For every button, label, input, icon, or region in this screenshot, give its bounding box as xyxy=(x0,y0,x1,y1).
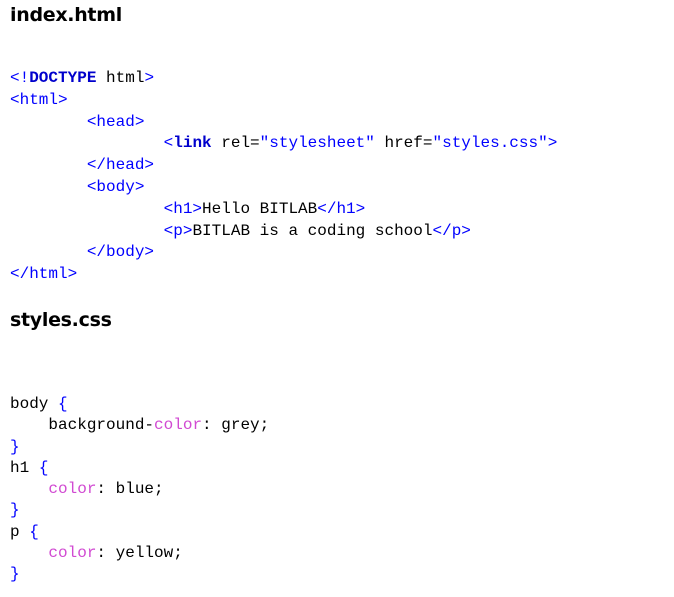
p-open-tag: <p> xyxy=(163,221,193,240)
open-brace: { xyxy=(58,395,68,413)
code-line-doctype: <!DOCTYPE html> xyxy=(10,68,557,90)
css-code-block: body { background-color: grey; } h1 { co… xyxy=(10,394,269,586)
html-close-tag: </html> xyxy=(10,265,78,284)
code-line-link: <link rel="stylesheet" href="styles.css"… xyxy=(10,133,558,155)
code-line-h1: <h1>Hello BITLAB</h1> xyxy=(10,199,557,221)
code-line-head-close: </head> xyxy=(10,155,557,177)
close-brace: } xyxy=(10,501,20,520)
code-line-p: <p>BITLAB is a coding school</p> xyxy=(10,221,557,243)
code-line-body-open: <body> xyxy=(10,177,557,199)
doctype-keyword: DOCTYPE xyxy=(29,69,97,87)
link-gt: > xyxy=(547,134,558,153)
h1-open-tag: <h1> xyxy=(163,199,203,218)
css-line-p-color: color: yellow; xyxy=(10,543,269,564)
css-line-body-close: } xyxy=(10,437,269,458)
link-lt: < xyxy=(163,134,174,153)
html-open-tag: <html> xyxy=(10,90,68,109)
property-color: color xyxy=(154,416,203,435)
close-brace: } xyxy=(10,437,20,456)
selector-h1: h1 xyxy=(10,458,39,477)
file-title-index-html: index.html xyxy=(10,4,122,26)
close-brace: } xyxy=(10,565,20,584)
value-stylesheet: "stylesheet" xyxy=(259,134,375,153)
body-close-tag: </body> xyxy=(86,243,155,262)
open-brace: { xyxy=(29,522,39,541)
attr-rel: rel= xyxy=(211,134,260,153)
body-open-tag: <body> xyxy=(86,177,145,196)
html-code-block: <!DOCTYPE html> <html> <head> <link rel=… xyxy=(10,68,557,286)
head-open-tag: <head> xyxy=(86,112,145,131)
property-color: color xyxy=(48,544,97,563)
css-line-h1-color: color: blue; xyxy=(10,479,269,500)
p-text: BITLAB is a coding school xyxy=(192,221,433,240)
css-line-body-selector: body { xyxy=(10,394,269,415)
value-yellow: : yellow; xyxy=(96,544,183,563)
property-prefix: background- xyxy=(48,416,155,435)
css-line-p-selector: p { xyxy=(10,522,269,543)
css-line-h1-selector: h1 { xyxy=(10,458,269,479)
css-line-background-color: background-color: grey; xyxy=(10,415,269,436)
doctype-text: html xyxy=(96,69,145,87)
selector-body: body xyxy=(10,395,59,413)
open-brace: { xyxy=(38,458,49,477)
code-line-html-open: <html> xyxy=(10,90,557,112)
h1-close-tag: </h1> xyxy=(317,199,366,218)
code-line-html-close: </html> xyxy=(10,264,557,286)
file-title-styles-css: styles.css xyxy=(10,309,112,331)
h1-text: Hello BITLAB xyxy=(202,199,318,218)
head-close-tag: </head> xyxy=(86,156,155,175)
property-color: color xyxy=(48,480,97,499)
doctype-open: <! xyxy=(10,69,30,87)
doctype-close: > xyxy=(144,69,155,87)
code-line-head-open: <head> xyxy=(10,112,557,134)
code-line-body-close: </body> xyxy=(10,242,557,264)
p-close-tag: </p> xyxy=(432,221,471,240)
value-grey: : grey; xyxy=(202,416,270,435)
attr-href: href= xyxy=(374,134,433,153)
css-line-p-close: } xyxy=(10,564,269,585)
value-blue: : blue; xyxy=(96,480,164,499)
css-line-h1-close: } xyxy=(10,500,269,521)
value-styles-css: "styles.css" xyxy=(432,134,548,153)
link-keyword: link xyxy=(173,134,212,153)
selector-p: p xyxy=(10,522,30,541)
